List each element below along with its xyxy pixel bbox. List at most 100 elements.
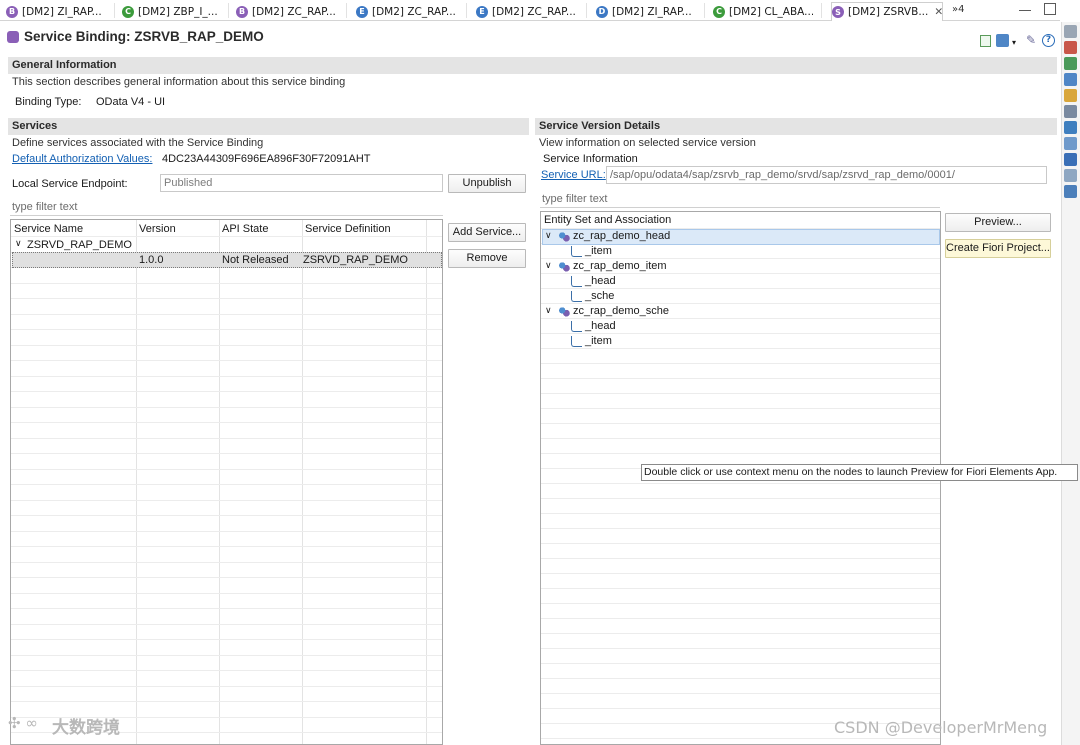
preview-button[interactable]: Preview... bbox=[945, 213, 1051, 232]
row-divider bbox=[11, 515, 442, 516]
preview-tooltip: Double click or use context menu on the … bbox=[641, 464, 1078, 481]
row-divider bbox=[541, 303, 940, 304]
row-divider bbox=[11, 546, 442, 547]
tasks-icon[interactable] bbox=[1064, 169, 1077, 182]
refresh-icon[interactable] bbox=[980, 35, 991, 47]
row-divider bbox=[541, 258, 940, 259]
editor-tab-label: [DM2] ZC_RAP... bbox=[372, 5, 456, 18]
services-table: Service Name Version API State Service D… bbox=[10, 219, 443, 745]
editor-tab-label: [DM2] ZBP_I_... bbox=[138, 5, 218, 18]
entity-set-node[interactable]: zc_rap_demo_head bbox=[573, 230, 670, 242]
association-node[interactable]: _head bbox=[585, 275, 616, 287]
templates-icon[interactable] bbox=[1064, 105, 1077, 118]
column-header-api-state[interactable]: API State bbox=[222, 223, 268, 235]
row-divider bbox=[541, 693, 940, 694]
chevron-down-icon[interactable]: ∨ bbox=[545, 305, 552, 316]
version-cell: 1.0.0 bbox=[139, 254, 164, 266]
row-divider bbox=[11, 655, 442, 656]
transport-icon[interactable] bbox=[1064, 89, 1077, 102]
create-fiori-project-button[interactable]: Create Fiori Project... bbox=[945, 239, 1051, 258]
services-filter-input[interactable]: type filter text bbox=[10, 200, 443, 216]
default-authorization-link[interactable]: Default Authorization Values: bbox=[12, 153, 152, 165]
ddl-icon: D bbox=[596, 5, 608, 18]
maximize-button[interactable] bbox=[1044, 3, 1056, 15]
association-node[interactable]: _head bbox=[585, 320, 616, 332]
add-service-button[interactable]: Add Service... bbox=[448, 223, 526, 242]
bookmarks-icon[interactable] bbox=[1064, 121, 1077, 134]
editor-tab[interactable]: B [DM2] ZI_RAP... bbox=[6, 2, 106, 21]
association-node[interactable]: _item bbox=[585, 335, 612, 347]
entity-set-node[interactable]: zc_rap_demo_item bbox=[573, 260, 667, 272]
association-node[interactable]: _item bbox=[585, 245, 612, 257]
tab-separator bbox=[704, 3, 705, 18]
association-icon bbox=[571, 321, 582, 332]
editor-tab[interactable]: E [DM2] ZC_RAP... bbox=[476, 2, 578, 21]
row-divider bbox=[11, 314, 442, 315]
authorization-value: 4DC23A44309F696EA896F30F72091AHT bbox=[162, 153, 371, 165]
entity-set-node[interactable]: zc_rap_demo_sche bbox=[573, 305, 669, 317]
row-divider bbox=[11, 376, 442, 377]
row-divider bbox=[541, 348, 940, 349]
row-divider bbox=[11, 500, 442, 501]
editor-tab[interactable]: B [DM2] ZC_RAP... bbox=[236, 2, 338, 21]
restore-icon[interactable] bbox=[1064, 25, 1077, 38]
close-icon[interactable]: ✕ bbox=[934, 6, 942, 18]
editor-tab[interactable]: E [DM2] ZC_RAP... bbox=[356, 2, 458, 21]
console-icon[interactable] bbox=[1064, 185, 1077, 198]
row-divider bbox=[541, 633, 940, 634]
row-divider bbox=[541, 378, 940, 379]
tab-separator bbox=[228, 3, 229, 18]
chevron-down-icon[interactable]: ▾ bbox=[1012, 38, 1016, 47]
edit-link-icon[interactable]: ✎ bbox=[1026, 33, 1036, 47]
editor-tab-label: [DM2] CL_ABA... bbox=[729, 5, 813, 18]
feed-query-icon[interactable] bbox=[1064, 137, 1077, 150]
editor-tab[interactable]: D [DM2] ZI_RAP... bbox=[596, 2, 696, 21]
remove-button[interactable]: Remove bbox=[448, 249, 526, 268]
api-state-cell: Not Released bbox=[222, 254, 289, 266]
general-information-header: General Information bbox=[8, 57, 1057, 74]
association-node[interactable]: _sche bbox=[585, 290, 614, 302]
column-header-service-definition[interactable]: Service Definition bbox=[305, 223, 391, 235]
general-description: This section describes general informati… bbox=[12, 76, 346, 88]
column-header-service-name[interactable]: Service Name bbox=[14, 223, 83, 235]
help-icon[interactable]: ? bbox=[1042, 34, 1055, 47]
editor-tab[interactable]: C [DM2] CL_ABA... bbox=[713, 2, 813, 21]
editor-tab-label: [DM2] ZSRVB... bbox=[848, 6, 929, 18]
row-divider bbox=[11, 422, 442, 423]
publish-dropdown-icon[interactable] bbox=[996, 34, 1009, 47]
services-header: Services bbox=[8, 118, 529, 135]
interface-icon: B bbox=[6, 5, 18, 18]
service-row-name[interactable]: ZSRVD_RAP_DEMO bbox=[27, 239, 132, 251]
unpublish-button[interactable]: Unpublish bbox=[448, 174, 526, 193]
chevron-down-icon[interactable]: ∨ bbox=[545, 260, 552, 271]
tab-separator bbox=[346, 3, 347, 18]
service-version-details-header: Service Version Details bbox=[535, 118, 1057, 135]
row-divider bbox=[11, 608, 442, 609]
editor-title: Service Binding: ZSRVB_RAP_DEMO bbox=[24, 29, 264, 44]
service-url-field[interactable]: /sap/opu/odata4/sap/zsrvb_rap_demo/srvd/… bbox=[606, 166, 1047, 184]
tab-separator bbox=[114, 3, 115, 18]
properties-icon[interactable] bbox=[1064, 73, 1077, 86]
tab-overflow-indicator[interactable]: »4 bbox=[952, 4, 964, 15]
row-divider bbox=[11, 484, 442, 485]
services-description: Define services associated with the Serv… bbox=[12, 137, 264, 149]
service-definition-cell: ZSRVD_RAP_DEMO bbox=[303, 254, 408, 266]
entity-filter-input[interactable]: type filter text bbox=[540, 192, 940, 208]
outline-icon[interactable] bbox=[1064, 41, 1077, 54]
chevron-down-icon[interactable]: ∨ bbox=[15, 238, 22, 249]
chevron-down-icon[interactable]: ∨ bbox=[545, 230, 552, 241]
editor-tab-label: [DM2] ZC_RAP... bbox=[252, 5, 336, 18]
class-icon: C bbox=[122, 5, 134, 18]
problems-icon[interactable] bbox=[1064, 57, 1077, 70]
editor-tab[interactable]: C [DM2] ZBP_I_... bbox=[122, 2, 220, 21]
rss-feed-icon[interactable] bbox=[1064, 153, 1077, 166]
column-header-version[interactable]: Version bbox=[139, 223, 176, 235]
row-divider bbox=[541, 528, 940, 529]
minimize-button[interactable] bbox=[1019, 10, 1031, 13]
editor-tab[interactable]: S [DM2] ZSRVB... ✕ bbox=[831, 2, 943, 21]
binding-type-label: Binding Type: bbox=[15, 96, 82, 108]
row-divider bbox=[541, 573, 940, 574]
service-url-link[interactable]: Service URL: bbox=[541, 169, 606, 181]
editor-tab-label: [DM2] ZI_RAP... bbox=[22, 5, 102, 18]
binding-type-value: OData V4 - UI bbox=[96, 96, 166, 108]
